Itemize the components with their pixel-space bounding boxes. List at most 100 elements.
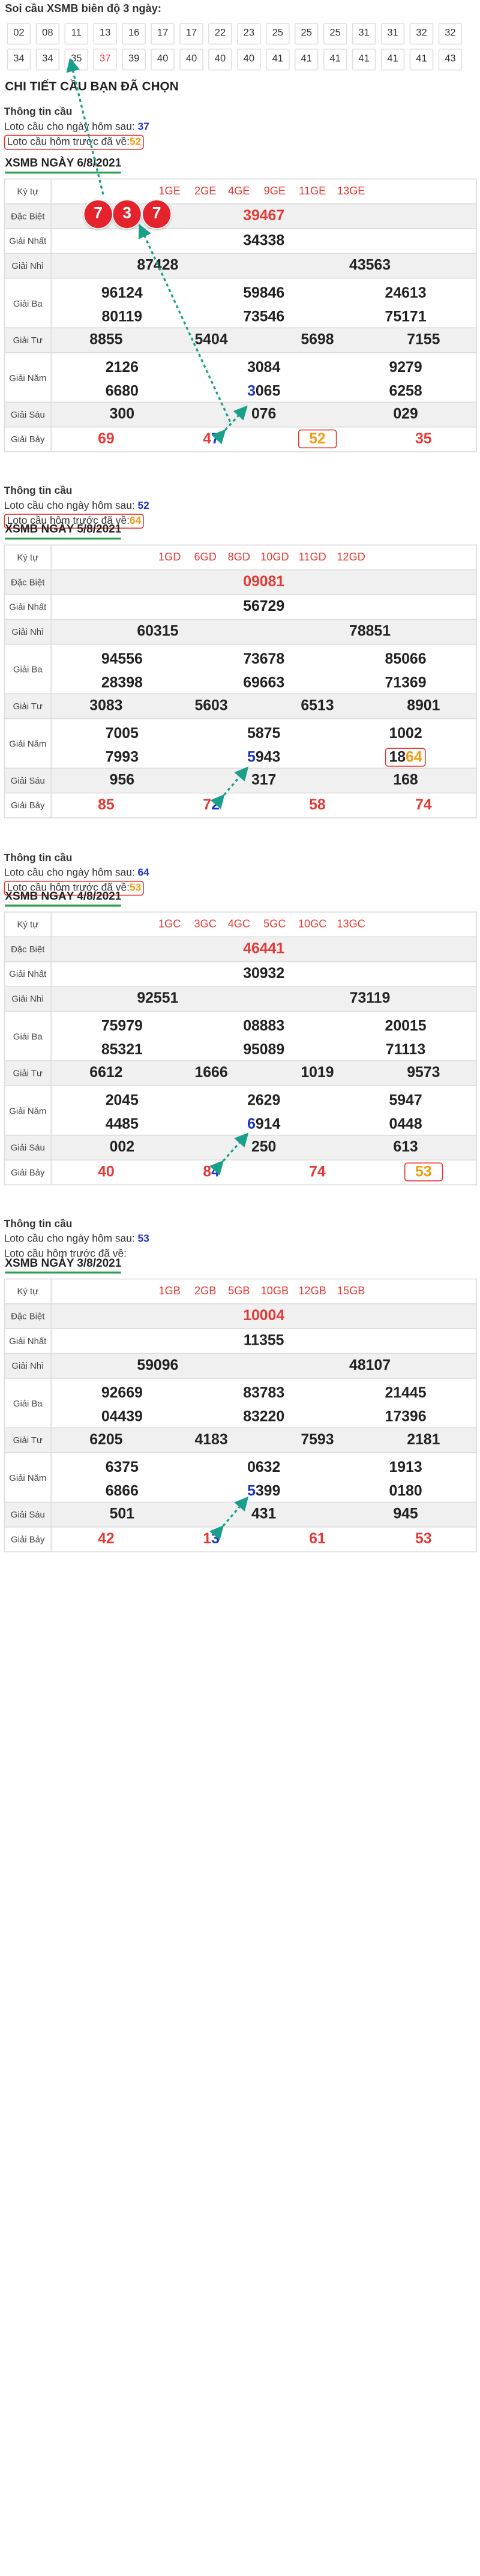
prize-values: 87428 43563 — [50, 253, 478, 279]
loto-chip[interactable]: 41 — [352, 48, 376, 71]
prize-cell: 1GB 2GB 5GB 10GB 12GB 15GB — [52, 1279, 476, 1303]
prize-number: 5947 — [389, 1091, 422, 1109]
code-item: 10GD — [260, 551, 289, 563]
loto-chip[interactable]: 39 — [122, 48, 146, 71]
loto-chip[interactable]: 25 — [294, 23, 319, 45]
prize-number: 47 — [203, 430, 220, 447]
loto-chip[interactable]: 40 — [208, 48, 232, 71]
prize-cell: 1GC 3GC 4GC 5GC 10GC 13GC — [52, 913, 476, 937]
prize-number: 1666 — [194, 1064, 228, 1081]
day-title[interactable]: XSMB NGÀY 4/8/2021 — [5, 890, 122, 907]
prize-label: Đặc Biệt — [4, 1303, 52, 1330]
prize-values: 956 317 168 — [50, 767, 478, 794]
code-item: 4GC — [227, 918, 251, 931]
prize-label: Ký tự — [4, 178, 52, 205]
prize-number: 168 — [393, 772, 418, 789]
loto-chip[interactable]: 43 — [438, 48, 463, 71]
loto-chip[interactable]: 22 — [208, 23, 232, 45]
loto-chip[interactable]: 40 — [151, 48, 175, 71]
prize-number: 69 — [98, 430, 115, 448]
loto-chip[interactable]: 17 — [179, 23, 203, 45]
prize-number: 28398 — [101, 674, 143, 692]
prize-label: Giải Ba — [4, 643, 52, 695]
prize-number: 73119 — [349, 989, 391, 1007]
prize-number: 08883 — [243, 1017, 285, 1035]
prize-number: 6866 — [105, 1483, 139, 1500]
highlight-digit: 3 — [247, 383, 256, 400]
code-item: 1GD — [158, 551, 181, 563]
prize-number: 0448 — [389, 1115, 422, 1133]
next-loto-value: 37 — [137, 121, 149, 133]
prize-number: 84 — [203, 1163, 220, 1180]
loto-chip[interactable]: 32 — [438, 23, 463, 45]
prize-number: 6258 — [389, 383, 422, 400]
prize-cell: 59096 48107 — [52, 1354, 476, 1378]
prize-number: 002 — [109, 1138, 134, 1156]
prize-number: 1913 — [389, 1459, 422, 1476]
prize-values: 1GE 2GE 4GE 9GE 11GE 13GE — [50, 178, 478, 205]
loto-chip[interactable]: 11 — [64, 23, 89, 45]
prize-number: 35 — [415, 430, 432, 448]
prize-values: 42 13 61 53 — [50, 1526, 478, 1552]
loto-chip[interactable]: 41 — [323, 48, 347, 71]
loto-chip[interactable]: 41 — [409, 48, 434, 71]
prize-number: 78851 — [349, 623, 391, 640]
loto-chip[interactable]: 37 — [93, 48, 118, 71]
prize-label: Giải Tư — [4, 1060, 52, 1087]
day-title[interactable]: XSMB NGÀY 5/8/2021 — [5, 524, 122, 540]
next-loto-value: 52 — [137, 500, 149, 512]
highlight-digit: 7 — [211, 430, 220, 448]
prize-label: Ký tự — [4, 544, 52, 571]
loto-chip[interactable]: 08 — [35, 23, 60, 45]
prize-values: 69 47 52 35 — [50, 426, 478, 452]
loto-chip[interactable]: 32 — [409, 23, 434, 45]
prize-cell: 40 84 74 53 — [52, 1160, 476, 1184]
prize-label: Giải Nhì — [4, 986, 52, 1012]
day-title[interactable]: XSMB NGÀY 6/8/2021 — [5, 158, 122, 174]
prize-number: 0180 — [389, 1483, 422, 1500]
prize-values: 34338 — [50, 228, 478, 254]
loto-chip[interactable]: 17 — [151, 23, 175, 45]
loto-chip[interactable]: 31 — [352, 23, 376, 45]
loto-chip[interactable]: 16 — [122, 23, 146, 45]
loto-chip[interactable]: 34 — [7, 48, 31, 71]
loto-chip[interactable]: 23 — [237, 23, 261, 45]
loto-chip[interactable]: 41 — [294, 48, 319, 71]
cau-info: Thông tin cầu Loto cầu cho ngày hôm sau: … — [4, 484, 470, 529]
prize-number: 20015 — [385, 1017, 427, 1035]
prize-cell: 11355 — [52, 1329, 476, 1353]
highlight-digit: 3 — [211, 1530, 220, 1548]
loto-chip[interactable]: 40 — [237, 48, 261, 71]
prize-cell: 956 317 168 — [52, 769, 476, 793]
loto-chip[interactable]: 02 — [7, 23, 31, 45]
day-title[interactable]: XSMB NGÀY 3/8/2021 — [5, 1258, 122, 1274]
loto-chip[interactable]: 40 — [179, 48, 203, 71]
prize-values: 09081 — [50, 569, 478, 595]
prize-label: Giải Bảy — [4, 1159, 52, 1186]
prize-number: 300 — [109, 406, 134, 423]
prize-cell: 85 72 58 74 — [52, 793, 476, 817]
loto-chip[interactable]: 34 — [35, 48, 60, 71]
prize-number: 69663 — [243, 674, 285, 692]
prize-number: 71369 — [385, 674, 427, 692]
prize-number: 8901 — [407, 697, 440, 715]
loto-chip[interactable]: 41 — [380, 48, 405, 71]
loto-chip[interactable]: 35 — [64, 48, 89, 71]
code-item: 10GB — [260, 1285, 289, 1298]
result-table: Ký tự 1GD 6GD 8GD 10GD 11GD 12GD Đặc Biệt 09081 G… — [4, 544, 478, 818]
prize-number: 92551 — [137, 989, 179, 1007]
prize-values: 94556 73678 85066 28398 69663 71369 — [50, 643, 478, 695]
loto-chip[interactable]: 41 — [265, 48, 290, 71]
prize-values: 1GC 3GC 4GC 5GC 10GC 13GC — [50, 911, 478, 938]
prev-loto-value: 53 — [129, 881, 142, 894]
loto-chip[interactable]: 31 — [380, 23, 405, 45]
prize-label: Giải Tư — [4, 327, 52, 353]
loto-chip[interactable]: 25 — [265, 23, 290, 45]
prize-values: 75979 08883 20015 85321 95089 71113 — [50, 1010, 478, 1061]
prize-cell: 2126 3084 9279 6680 3065 6258 — [52, 353, 476, 401]
prize-number: 94556 — [101, 650, 143, 668]
loto-chip[interactable]: 25 — [323, 23, 347, 45]
loto-chip[interactable]: 13 — [93, 23, 118, 45]
prize-number: 2629 — [247, 1091, 281, 1109]
highlight-box: 52 — [298, 429, 337, 449]
